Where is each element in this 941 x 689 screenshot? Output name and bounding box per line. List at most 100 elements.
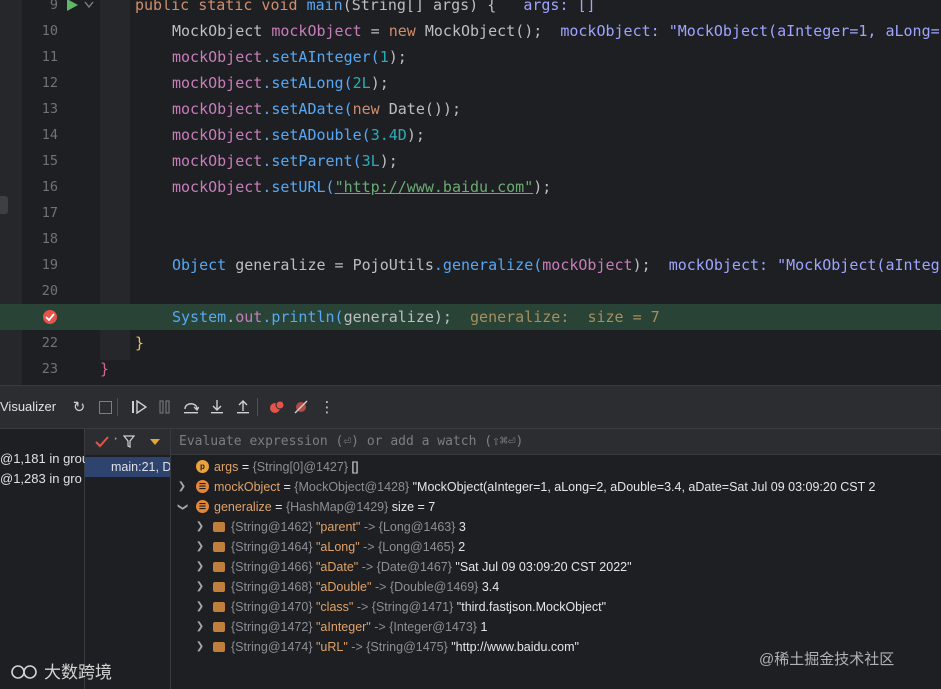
code-text: System.out.println(generalize); generali… [172, 308, 660, 326]
line-number: 16 [41, 179, 58, 195]
line-number: 10 [41, 23, 58, 39]
step-into-icon[interactable] [206, 396, 228, 418]
variable-text: mockObject = {MockObject@1428} "MockObje… [214, 480, 876, 494]
expand-arrow-icon[interactable]: ❯ [194, 517, 206, 537]
run-icon[interactable] [66, 0, 78, 11]
watermark-logo: 大数跨境 [10, 658, 112, 683]
map-entry-icon [213, 642, 225, 652]
code-text: Object generalize = PojoUtils.generalize… [172, 256, 940, 274]
frames-header: · [85, 429, 170, 455]
line-number: 14 [41, 127, 58, 143]
code-text: mockObject.setAInteger(1); [172, 48, 407, 66]
map-entry-icon [213, 582, 225, 592]
entry-text: {String@1474} "uRL" -> {String@1475} "ht… [231, 640, 579, 654]
toolbar-separator [256, 396, 258, 418]
frames-panel: · main:21, D [85, 429, 171, 689]
line-number: 9 [49, 0, 58, 13]
collapse-arrow-icon[interactable]: ❯ [172, 501, 192, 513]
map-entry-icon [213, 562, 225, 572]
more-options-icon[interactable]: ⋮ [316, 396, 338, 418]
map-entry-row[interactable]: ❯ {String@1462} "parent" -> {Long@1463} … [171, 517, 941, 537]
entry-text: {String@1468} "aDouble" -> {Double@1469}… [231, 580, 500, 594]
pause-icon[interactable] [154, 396, 176, 418]
code-line-15[interactable]: 15 mockObject.setParent(3L); [0, 148, 941, 174]
expand-arrow-icon[interactable]: ❯ [194, 617, 206, 637]
variable-row-generalize[interactable]: ❯ ☰ generalize = {HashMap@1429} size = 7 [171, 497, 941, 517]
thread-item[interactable]: @1,181 in grou [0, 451, 89, 466]
code-text: mockObject.setALong(2L); [172, 74, 389, 92]
code-line-20[interactable]: 20 [0, 278, 941, 304]
line-number: 13 [41, 101, 58, 117]
step-out-icon[interactable] [232, 396, 254, 418]
code-text: mockObject.setADouble(3.4D); [172, 126, 425, 144]
code-line-10[interactable]: 10 MockObject mockObject = new MockObjec… [0, 18, 941, 44]
code-line-21-current[interactable]: System.out.println(generalize); generali… [0, 304, 941, 330]
expand-arrow-icon[interactable]: ❯ [194, 557, 206, 577]
code-editor[interactable]: 9 public static void main(String[] args)… [0, 0, 941, 385]
view-breakpoints-icon[interactable] [266, 396, 288, 418]
code-line-14[interactable]: 14 mockObject.setADouble(3.4D); [0, 122, 941, 148]
debug-tab-visualizer[interactable]: Visualizer [0, 399, 56, 414]
map-entry-icon [213, 522, 225, 532]
step-over-icon[interactable] [180, 396, 202, 418]
entry-text: {String@1464} "aLong" -> {Long@1465} 2 [231, 540, 466, 554]
line-number: 23 [41, 361, 58, 377]
map-entry-icon [213, 622, 225, 632]
stop-icon[interactable] [94, 396, 116, 418]
code-text: MockObject mockObject = new MockObject()… [172, 22, 940, 40]
field-icon: ☰ [196, 480, 209, 493]
variable-row-mockobject[interactable]: ❯ ☰ mockObject = {MockObject@1428} "Mock… [171, 477, 941, 497]
code-line-22[interactable]: 22 } [0, 330, 941, 356]
code-text: mockObject.setURL("http://www.baidu.com"… [172, 178, 552, 196]
debug-toolbar: Visualizer ↻ ⋮ [0, 385, 941, 429]
resume-icon[interactable] [128, 396, 150, 418]
mute-breakpoints-icon[interactable] [290, 396, 312, 418]
entry-text: {String@1472} "aInteger" -> {Integer@147… [231, 620, 488, 634]
frame-item-selected[interactable]: main:21, D [85, 457, 170, 477]
thread-item[interactable]: @1,283 in gro [0, 471, 82, 486]
map-entry-row[interactable]: ❯ {String@1466} "aDate" -> {Date@1467} "… [171, 557, 941, 577]
line-number: 12 [41, 75, 58, 91]
variable-text: args = {String[0]@1427} [] [214, 460, 359, 474]
code-line-13[interactable]: 13 mockObject.setADate(new Date()); [0, 96, 941, 122]
code-line-17[interactable]: 17 [0, 200, 941, 226]
code-line-9[interactable]: 9 public static void main(String[] args)… [0, 0, 941, 18]
evaluate-expression-input[interactable]: Evaluate expression (⏎) or add a watch (… [171, 429, 941, 455]
toolbar-separator [116, 396, 118, 418]
expand-arrow-icon[interactable]: ❯ [176, 477, 188, 497]
code-line-11[interactable]: 11 mockObject.setAInteger(1); [0, 44, 941, 70]
threads-panel: @1,181 in grou @1,283 in gro [0, 429, 89, 689]
map-entry-row[interactable]: ❯ {String@1470} "class" -> {String@1471}… [171, 597, 941, 617]
code-line-19[interactable]: 19 Object generalize = PojoUtils.general… [0, 252, 941, 278]
code-line-18[interactable]: 18 [0, 226, 941, 252]
map-entry-row[interactable]: ❯ {String@1472} "aInteger" -> {Integer@1… [171, 617, 941, 637]
filter-icon[interactable] [123, 435, 135, 448]
line-number: 20 [41, 283, 58, 299]
watermark-text: @稀土掘金技术社区 [759, 651, 895, 668]
dropdown-icon[interactable] [150, 439, 160, 446]
code-line-12[interactable]: 12 mockObject.setALong(2L); [0, 70, 941, 96]
fold-chevron-icon[interactable] [84, 1, 94, 9]
code-text: mockObject.setParent(3L); [172, 152, 398, 170]
line-number: 19 [41, 257, 58, 273]
expand-arrow-icon[interactable]: ❯ [194, 637, 206, 657]
breakpoint-icon[interactable] [42, 309, 58, 325]
line-number: 22 [41, 335, 58, 351]
map-entry-icon [213, 602, 225, 612]
expand-arrow-icon[interactable]: ❯ [194, 597, 206, 617]
map-entry-row[interactable]: ❯ {String@1468} "aDouble" -> {Double@146… [171, 577, 941, 597]
expand-arrow-icon[interactable]: ❯ [194, 577, 206, 597]
line-number: 15 [41, 153, 58, 169]
watermark-icon [11, 665, 37, 679]
code-line-23[interactable]: 23 } [0, 356, 941, 382]
code-text: public static void main(String[] args) {… [135, 0, 596, 14]
line-number: 17 [41, 205, 58, 221]
code-line-16[interactable]: 16 mockObject.setURL("http://www.baidu.c… [0, 174, 941, 200]
rerun-icon[interactable]: ↻ [68, 396, 90, 418]
entry-text: {String@1470} "class" -> {String@1471} "… [231, 600, 607, 614]
map-entry-row[interactable]: ❯ {String@1464} "aLong" -> {Long@1465} 2 [171, 537, 941, 557]
expand-arrow-icon[interactable]: ❯ [194, 537, 206, 557]
checkmark-icon[interactable] [95, 436, 109, 448]
variable-text: generalize = {HashMap@1429} size = 7 [214, 500, 436, 514]
variable-row-args[interactable]: p args = {String[0]@1427} [] [171, 457, 941, 477]
